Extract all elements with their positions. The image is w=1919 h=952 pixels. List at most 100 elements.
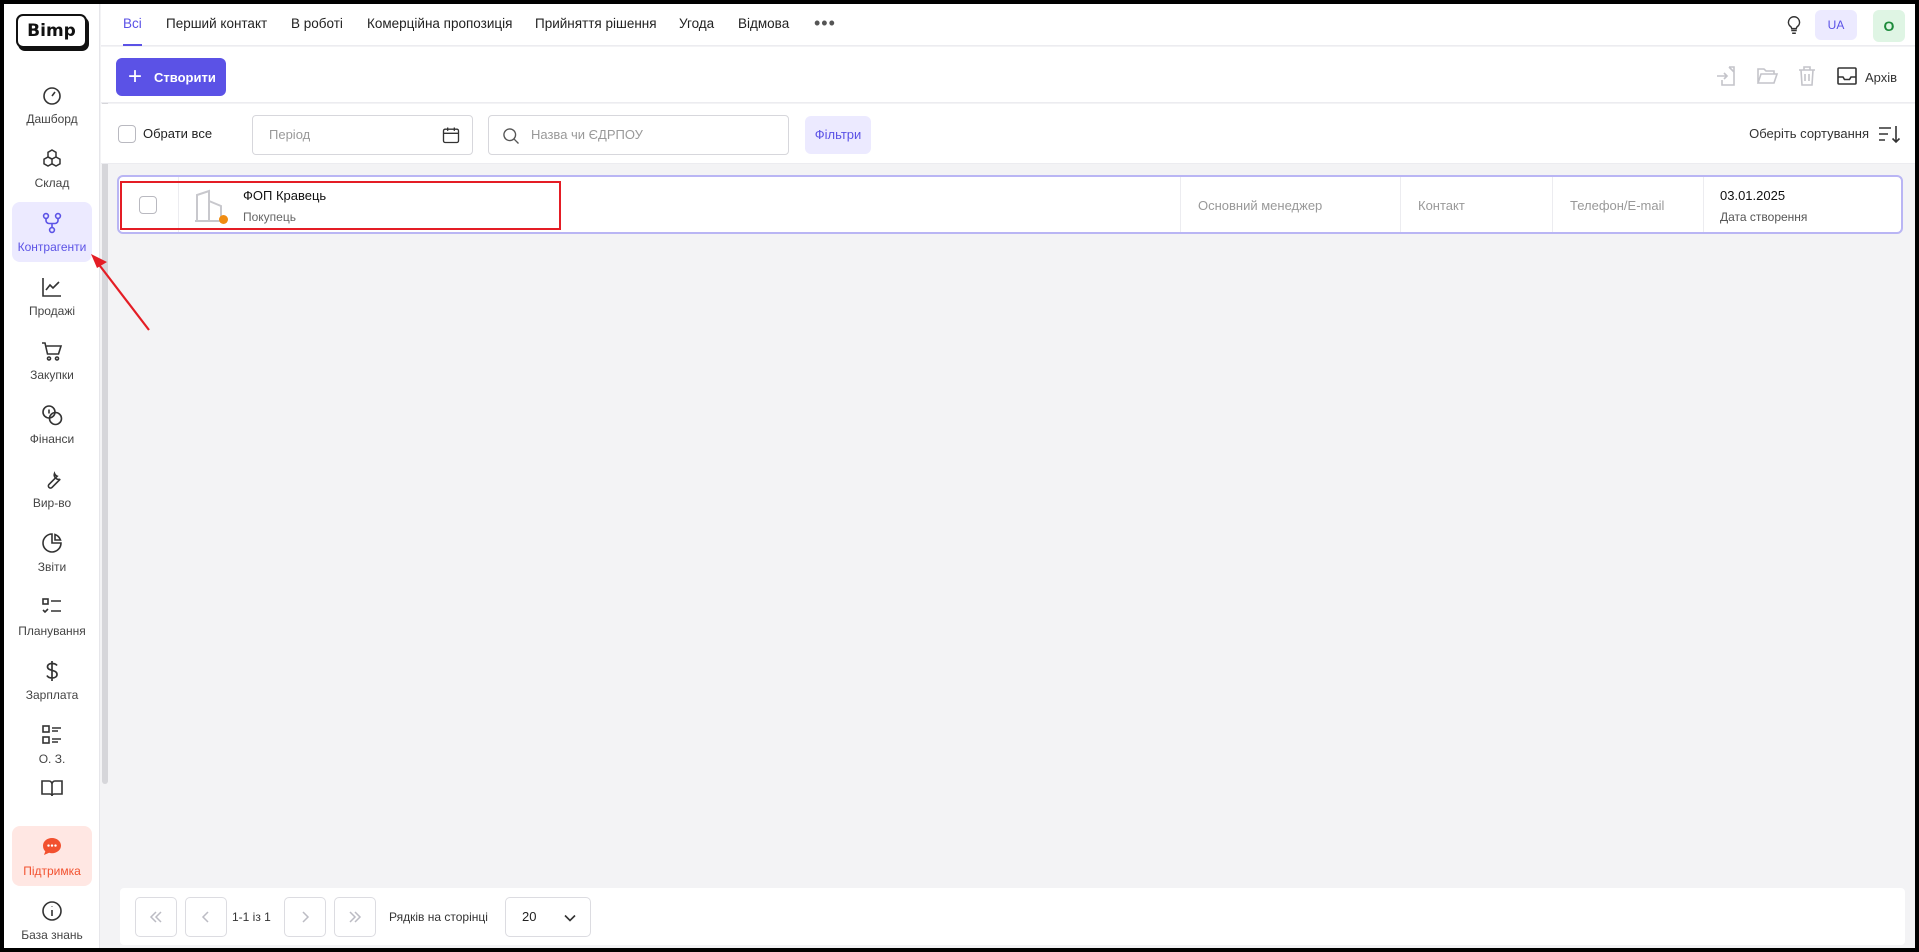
book-icon — [41, 780, 63, 797]
search-input[interactable]: Назва чи ЄДРПОУ — [488, 115, 789, 155]
warehouse-icon — [43, 148, 61, 167]
sort-icon[interactable] — [1877, 122, 1901, 146]
divider — [1400, 177, 1401, 232]
sidebar-item-label: Вир-во — [32, 495, 72, 510]
first-page-button[interactable] — [135, 897, 177, 937]
sidebar-item-label: Продажі — [28, 303, 76, 318]
sidebar-item-label: Склад — [34, 175, 70, 190]
status-tabs-bar: Всі Перший контакт В роботі Комерційна п… — [101, 4, 1915, 46]
select-all-checkbox[interactable] — [118, 125, 136, 143]
sidebar-item-purchases[interactable]: Закупки — [12, 330, 92, 390]
language-switch[interactable]: UA — [1815, 10, 1857, 40]
sidebar-item-sales[interactable]: Продажі — [12, 266, 92, 326]
create-button[interactable]: + Створити — [116, 58, 226, 96]
tab-first-contact[interactable]: Перший контакт — [166, 4, 267, 46]
cart-icon — [42, 341, 63, 361]
sidebar-item-label: Закупки — [30, 367, 74, 382]
sidebar-item-label: Зарплата — [25, 687, 79, 702]
sidebar-item-fixed-assets[interactable]: О. З. — [12, 714, 92, 774]
double-chevron-left-icon — [149, 911, 162, 923]
next-page-button[interactable] — [284, 897, 326, 937]
wrench-icon — [47, 470, 61, 489]
chevron-right-icon — [302, 911, 310, 923]
select-all-label[interactable]: Обрати все — [143, 126, 212, 141]
tab-rejection[interactable]: Відмова — [738, 4, 789, 46]
chevron-left-icon — [201, 911, 209, 923]
folder-open-icon[interactable] — [1755, 64, 1779, 88]
counterparty-role: Покупець — [243, 210, 296, 224]
sidebar-item-salary[interactable]: Зарплата — [12, 650, 92, 710]
app-window: Bimp Дашборд Склад Контрагенти Продажі З… — [4, 4, 1915, 948]
avatar[interactable]: O — [1873, 10, 1905, 42]
tab-decision[interactable]: Прийняття рішення — [535, 4, 657, 46]
phone-email-cell: Телефон/E-mail — [1570, 198, 1665, 213]
period-placeholder: Період — [269, 127, 311, 142]
sidebar-item-label: Звіти — [37, 559, 67, 574]
archive-button[interactable]: Архів — [1865, 70, 1897, 85]
more-tabs-button[interactable]: ••• — [814, 14, 836, 32]
rows-per-page-value: 20 — [522, 909, 537, 924]
status-dot — [219, 215, 228, 224]
last-page-button[interactable] — [334, 897, 376, 937]
sidebar-item-reports[interactable]: Звіти — [12, 522, 92, 582]
sidebar-item-label: Дашборд — [26, 111, 78, 126]
chat-icon — [43, 837, 61, 855]
row-checkbox[interactable] — [139, 196, 157, 214]
tab-all[interactable]: Всі — [123, 4, 142, 46]
knowledge-base-label: База знань — [21, 927, 83, 942]
chevron-down-icon — [564, 914, 576, 922]
dashboard-icon — [43, 86, 61, 105]
created-date-label: Дата створення — [1720, 210, 1808, 224]
table-row[interactable]: ФОП Кравець Покупець Основний менеджер К… — [117, 175, 1903, 234]
counterparties-icon — [42, 212, 62, 233]
sidebar: Bimp Дашборд Склад Контрагенти Продажі З… — [4, 4, 100, 948]
filters-button[interactable]: Фільтри — [805, 116, 871, 154]
prev-page-button[interactable] — [185, 897, 227, 937]
support-button[interactable]: Підтримка — [12, 826, 92, 886]
pie-chart-icon — [42, 532, 62, 553]
tab-deal[interactable]: Угода — [679, 4, 714, 46]
sidebar-item-warehouse[interactable]: Склад — [12, 138, 92, 198]
period-field[interactable]: Період — [252, 115, 473, 155]
search-icon — [503, 128, 519, 144]
counterparty-name[interactable]: ФОП Кравець — [243, 188, 326, 203]
sidebar-item-dashboard[interactable]: Дашборд — [12, 74, 92, 134]
contact-cell: Контакт — [1418, 198, 1465, 213]
sidebar-item-finance[interactable]: Фінанси — [12, 394, 92, 454]
sort-select[interactable]: Оберіть сортування — [1749, 126, 1869, 141]
import-icon[interactable] — [1715, 64, 1739, 88]
sidebar-scrollbar[interactable] — [102, 74, 108, 784]
actions-toolbar: + Створити Архів — [101, 47, 1915, 103]
search-placeholder: Назва чи ЄДРПОУ — [531, 127, 643, 142]
support-label: Підтримка — [23, 863, 81, 878]
bimp-logo[interactable]: Bimp — [16, 14, 87, 48]
created-date: 03.01.2025 — [1720, 188, 1786, 203]
page-range: 1-1 із 1 — [232, 910, 271, 924]
sidebar-item-book[interactable] — [12, 776, 92, 816]
divider — [1703, 177, 1704, 232]
knowledge-base-button[interactable]: База знань — [12, 890, 92, 948]
sidebar-item-label: Планування — [18, 623, 86, 638]
sales-chart-icon — [42, 277, 61, 297]
dollar-icon — [46, 660, 58, 681]
lightbulb-icon[interactable] — [1783, 14, 1805, 36]
checklist-icon — [42, 597, 61, 613]
tab-in-progress[interactable]: В роботі — [291, 4, 343, 46]
double-chevron-right-icon — [349, 911, 362, 923]
sidebar-item-counterparties[interactable]: Контрагенти — [12, 202, 92, 262]
filters-toolbar: Обрати все Період Назва чи ЄДРПОУ Фільтр… — [101, 104, 1915, 164]
sidebar-item-production[interactable]: Вир-во — [12, 458, 92, 518]
rows-per-page-label: Рядків на сторінці — [389, 910, 488, 924]
rows-per-page-select[interactable]: 20 — [505, 897, 591, 937]
sidebar-item-label: О. З. — [38, 751, 66, 766]
sidebar-item-planning[interactable]: Планування — [12, 586, 92, 646]
create-label: Створити — [154, 69, 216, 85]
sidebar-item-label: Контрагенти — [17, 239, 87, 254]
archive-icon[interactable] — [1835, 64, 1859, 88]
calendar-icon[interactable] — [441, 125, 461, 145]
trash-icon[interactable] — [1795, 64, 1819, 88]
plus-icon: + — [128, 63, 143, 90]
divider — [178, 177, 179, 232]
tab-commercial-offer[interactable]: Комерційна пропозиція — [367, 4, 512, 46]
sidebar-item-label: Фінанси — [29, 431, 75, 446]
